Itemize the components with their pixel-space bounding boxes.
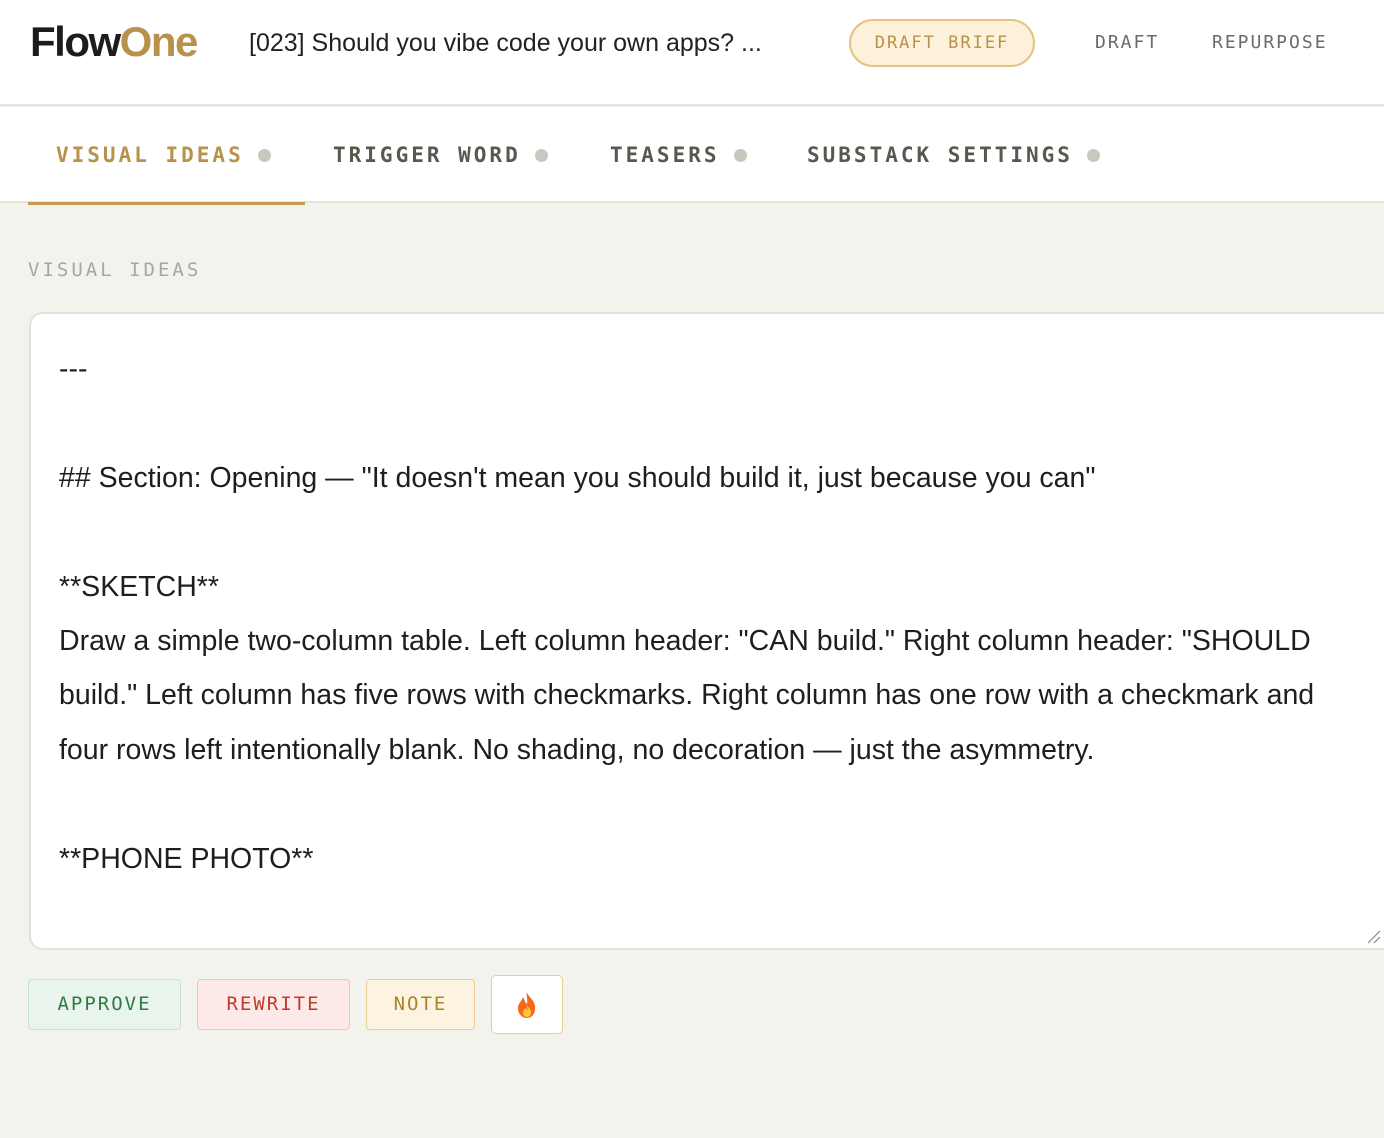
tab-visual-ideas[interactable]: VISUAL IDEAS xyxy=(28,107,305,205)
note-button[interactable]: NOTE xyxy=(366,979,475,1030)
editor-content[interactable]: --- ## Section: Opening — "It doesn't me… xyxy=(59,342,1369,886)
section-heading: VISUAL IDEAS xyxy=(28,259,202,281)
visual-ideas-textarea[interactable]: --- ## Section: Opening — "It doesn't me… xyxy=(29,312,1384,950)
document-title[interactable]: [023] Should you vibe code your own apps… xyxy=(249,28,819,58)
rewrite-button[interactable]: REWRITE xyxy=(197,979,350,1030)
status-dot-icon xyxy=(534,148,548,162)
tab-label: TEASERS xyxy=(610,143,720,167)
app-logo[interactable]: FlowOne xyxy=(30,18,199,66)
nav-repurpose-link[interactable]: REPURPOSE xyxy=(1212,31,1328,55)
status-dot-icon xyxy=(1086,148,1100,162)
fire-button[interactable] xyxy=(491,975,563,1034)
approve-button[interactable]: APPROVE xyxy=(28,979,181,1030)
status-dot-icon xyxy=(257,148,271,162)
top-header: FlowOne [023] Should you vibe code your … xyxy=(0,0,1384,106)
resize-handle-icon[interactable] xyxy=(1365,928,1381,944)
tab-trigger-word[interactable]: TRIGGER WORD xyxy=(333,107,548,203)
status-dot-icon xyxy=(733,148,747,162)
tab-label: SUBSTACK SETTINGS xyxy=(807,143,1073,167)
tab-label: VISUAL IDEAS xyxy=(56,143,244,167)
logo-one: One xyxy=(119,18,199,65)
logo-flow: Flow xyxy=(30,18,121,65)
tab-substack-settings[interactable]: SUBSTACK SETTINGS xyxy=(807,107,1100,203)
draft-brief-badge[interactable]: DRAFT BRIEF xyxy=(849,19,1035,67)
tab-teasers[interactable]: TEASERS xyxy=(610,107,747,203)
tab-label: TRIGGER WORD xyxy=(333,143,521,167)
nav-draft-link[interactable]: DRAFT xyxy=(1095,31,1159,55)
tab-bar: VISUAL IDEAS TRIGGER WORD TEASERS SUBSTA… xyxy=(0,107,1384,205)
fire-icon xyxy=(518,991,536,1018)
